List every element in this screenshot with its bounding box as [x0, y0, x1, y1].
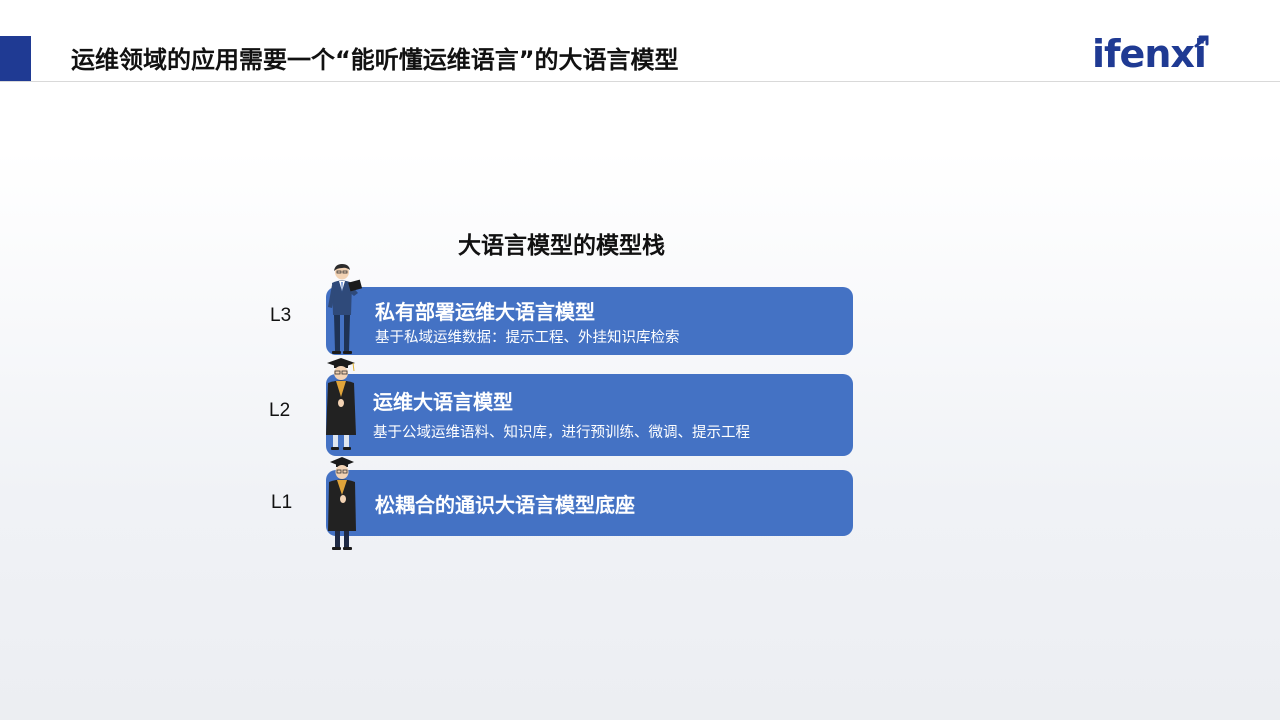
level-card-l2: 运维大语言模型 基于公域运维语料、知识库，进行预训练、微调、提示工程 [326, 374, 853, 456]
card-subtitle: 基于私域运维数据：提示工程、外挂知识库检索 [375, 330, 680, 346]
business-person-icon [328, 264, 363, 354]
graduate-icon [326, 358, 356, 450]
header-accent-block [0, 36, 31, 81]
card-title: 松耦合的通识大语言模型底座 [375, 493, 635, 517]
level-card-l1: 松耦合的通识大语言模型底座 [326, 470, 853, 536]
logo-arrow-icon [1194, 35, 1209, 48]
student-icon [328, 457, 356, 550]
level-label-l3: L3 [270, 305, 292, 326]
stack-title: 大语言模型的模型栈 [458, 233, 665, 259]
logo-text: ifenxi [1092, 32, 1207, 76]
card-subtitle: 基于公域运维语料、知识库，进行预训练、微调、提示工程 [373, 425, 750, 441]
page-title: 运维领域的应用需要一个“能听懂运维语言”的大语言模型 [71, 46, 679, 74]
ifenxi-logo: ifenxi [1092, 30, 1212, 80]
level-label-l2: L2 [269, 400, 291, 421]
card-title: 私有部署运维大语言模型 [375, 300, 595, 324]
level-card-l3: 私有部署运维大语言模型 基于私域运维数据：提示工程、外挂知识库检索 [326, 287, 853, 355]
level-label-l1: L1 [271, 492, 293, 513]
card-title: 运维大语言模型 [373, 390, 513, 414]
